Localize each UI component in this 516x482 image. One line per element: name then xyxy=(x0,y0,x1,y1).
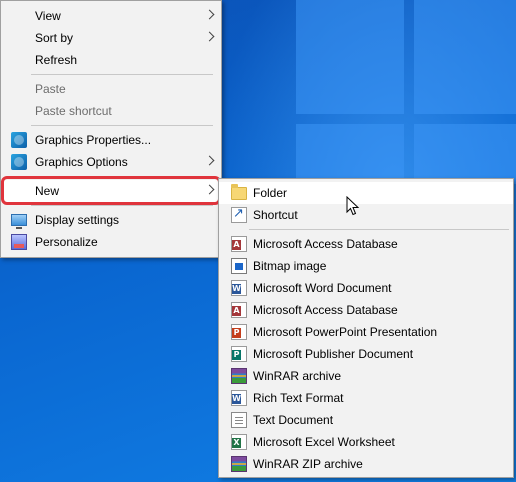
menu-item-sort-by[interactable]: Sort by xyxy=(1,27,221,49)
publisher-icon: P xyxy=(231,346,247,362)
winrar-icon xyxy=(231,456,247,472)
menu-separator xyxy=(31,125,213,126)
menu-item-label: Shortcut xyxy=(253,208,298,222)
submenu-item-winrar-archive[interactable]: WinRAR archive xyxy=(219,365,513,387)
submenu-item-access-database[interactable]: A Microsoft Access Database xyxy=(219,233,513,255)
submenu-item-excel-worksheet[interactable]: X Microsoft Excel Worksheet xyxy=(219,431,513,453)
folder-icon xyxy=(231,184,247,200)
word-badge: W xyxy=(232,394,241,404)
menu-separator xyxy=(31,205,213,206)
chevron-right-icon xyxy=(204,9,215,20)
desktop-context-menu: View Sort by Refresh Paste Paste shortcu… xyxy=(0,0,222,258)
graphics-icon xyxy=(11,154,27,170)
submenu-item-rich-text-format[interactable]: W Rich Text Format xyxy=(219,387,513,409)
menu-item-label: WinRAR ZIP archive xyxy=(253,457,363,471)
text-document-icon xyxy=(231,412,247,428)
submenu-item-access-database[interactable]: A Microsoft Access Database xyxy=(219,299,513,321)
menu-item-paste-shortcut[interactable]: Paste shortcut xyxy=(1,100,221,122)
menu-item-label: Refresh xyxy=(35,53,78,67)
shortcut-icon xyxy=(231,206,247,223)
menu-item-graphics-options[interactable]: Graphics Options xyxy=(1,151,221,173)
menu-item-display-settings[interactable]: Display settings xyxy=(1,209,221,231)
menu-item-label: Display settings xyxy=(35,213,120,227)
menu-item-paste[interactable]: Paste xyxy=(1,78,221,100)
excel-icon: X xyxy=(231,434,247,450)
submenu-item-publisher-document[interactable]: P Microsoft Publisher Document xyxy=(219,343,513,365)
menu-item-label: Folder xyxy=(253,186,288,200)
word-icon: W xyxy=(231,280,247,296)
publisher-badge: P xyxy=(232,350,241,360)
word-badge: W xyxy=(232,284,241,294)
menu-item-label: Microsoft Publisher Document xyxy=(253,347,414,361)
menu-item-graphics-properties[interactable]: Graphics Properties... xyxy=(1,129,221,151)
submenu-item-text-document[interactable]: Text Document xyxy=(219,409,513,431)
menu-item-view[interactable]: View xyxy=(1,5,221,27)
powerpoint-badge: P xyxy=(232,328,241,338)
graphics-icon xyxy=(11,132,27,148)
word-icon: W xyxy=(231,390,247,406)
menu-separator xyxy=(31,74,213,75)
excel-badge: X xyxy=(232,438,241,448)
submenu-item-word-document[interactable]: W Microsoft Word Document xyxy=(219,277,513,299)
new-submenu: Folder Shortcut A Microsoft Access Datab… xyxy=(218,178,514,478)
menu-item-label: Paste shortcut xyxy=(35,104,112,118)
menu-item-label: Sort by xyxy=(35,31,74,45)
menu-item-label: Microsoft Excel Worksheet xyxy=(253,435,395,449)
bitmap-icon xyxy=(231,258,247,274)
windows-logo-pane xyxy=(296,124,404,184)
mouse-pointer-icon xyxy=(346,196,360,216)
menu-item-label: Paste xyxy=(35,82,66,96)
winrar-icon xyxy=(231,368,247,384)
menu-item-label: Graphics Properties... xyxy=(35,133,152,147)
display-icon xyxy=(11,214,27,229)
windows-logo-pane xyxy=(414,0,516,114)
menu-item-label: WinRAR archive xyxy=(253,369,342,383)
menu-item-label: Microsoft Word Document xyxy=(253,281,392,295)
menu-item-label: Personalize xyxy=(35,235,98,249)
submenu-item-powerpoint-presentation[interactable]: P Microsoft PowerPoint Presentation xyxy=(219,321,513,343)
submenu-item-winrar-zip-archive[interactable]: WinRAR ZIP archive xyxy=(219,453,513,475)
menu-item-label: View xyxy=(35,9,61,23)
submenu-item-folder[interactable]: Folder xyxy=(219,182,513,204)
menu-item-label: Bitmap image xyxy=(253,259,327,273)
submenu-item-bitmap-image[interactable]: Bitmap image xyxy=(219,255,513,277)
windows-logo-pane xyxy=(414,124,516,184)
access-badge: A xyxy=(232,306,241,316)
windows-logo-pane xyxy=(296,0,404,114)
menu-item-label: Microsoft Access Database xyxy=(253,303,398,317)
new-item-highlight-box xyxy=(1,176,221,205)
chevron-right-icon xyxy=(204,31,215,42)
chevron-right-icon xyxy=(204,155,215,166)
powerpoint-icon: P xyxy=(231,324,247,340)
menu-item-personalize[interactable]: Personalize xyxy=(1,231,221,253)
personalize-icon xyxy=(11,234,27,250)
menu-item-label: Rich Text Format xyxy=(253,391,344,405)
menu-item-label: Microsoft Access Database xyxy=(253,237,398,251)
menu-item-refresh[interactable]: Refresh xyxy=(1,49,221,71)
access-icon: A xyxy=(231,236,247,252)
menu-item-label: Text Document xyxy=(253,413,334,427)
submenu-item-shortcut[interactable]: Shortcut xyxy=(219,204,513,226)
menu-separator xyxy=(249,229,509,230)
menu-item-label: Graphics Options xyxy=(35,155,128,169)
access-badge: A xyxy=(232,240,241,250)
access-icon: A xyxy=(231,302,247,318)
menu-item-label: Microsoft PowerPoint Presentation xyxy=(253,325,438,339)
